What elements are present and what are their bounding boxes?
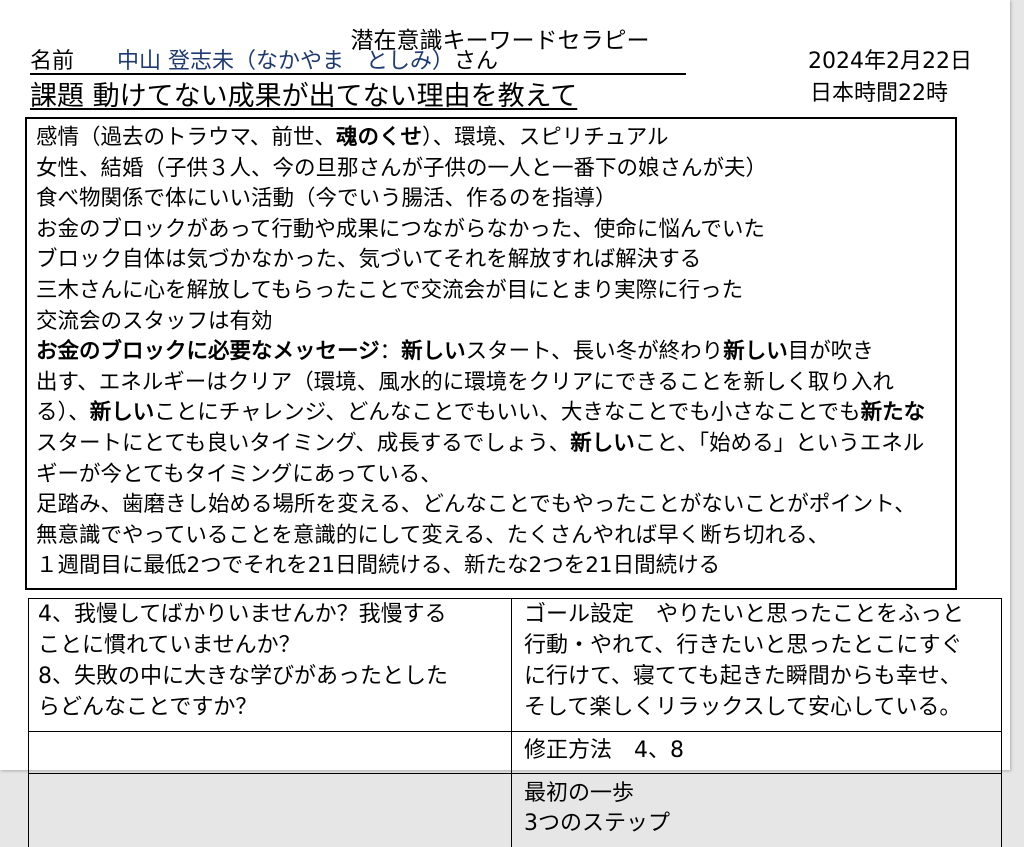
notes-text: ことにチャレンジ、どんなことでもいい、大きなことでも小さなことでも: [154, 400, 861, 426]
notes-text: 足踏み、歯磨きし始める場所を変える、どんなことでもやったことがないことがポイント…: [36, 492, 916, 518]
notes-text: お金のブロックがあって行動や成果につながらなかった、使命に悩んでいた: [36, 216, 765, 242]
notes-text: こと、「始める」というエネル: [634, 430, 925, 456]
notes-line: 女性、結婚（子供３人、今の旦那さんが子供の一人と一番下の娘さんが夫）: [36, 154, 955, 185]
notes-line: 無意識でやっていることを意識的にして変える、たくさんやれば早く断ち切れる、: [36, 521, 955, 552]
notes-emphasis: 新しい: [89, 400, 155, 426]
notes-emphasis: 魂のくせ: [335, 125, 422, 150]
notes-line: 食べ物関係で体にいい活動（今でいう腸活、作るのを指導）: [36, 184, 955, 215]
notes-line: お金のブロックがあって行動や成果につながらなかった、使命に悩んでいた: [36, 215, 955, 246]
session-notes-box[interactable]: 感情（過去のトラウマ、前世、魂のくせ）、環境、スピリチュアル 女性、結婚（子供３…: [25, 117, 957, 590]
question-line: らどんなことですか？: [38, 695, 258, 720]
notes-text: 女性、結婚（子供３人、今の旦那さんが子供の一人と一番下の娘さんが夫）: [36, 155, 768, 181]
goal-line: そして楽しくリラックスして安心している。: [524, 695, 962, 720]
notes-text: 食べ物関係で体にいい活動（今でいう腸活、作るのを指導）: [36, 186, 617, 212]
notes-text: 感情（過去のトラウマ、前世、: [36, 125, 336, 150]
empty-cell[interactable]: [28, 773, 512, 847]
notes-emphasis: 新たな: [860, 400, 926, 426]
notes-text: る）、: [36, 400, 90, 426]
notes-text: １週間目に最低2つでそれを21日間続ける、新たな2つを21日間続ける: [36, 553, 721, 579]
table-row: 修正方法 4、8: [28, 731, 1002, 774]
notes-line: 足踏み、歯磨きし始める場所を変える、どんなことでもやったことがないことがポイント…: [36, 490, 955, 521]
notes-line: 感情（過去のトラウマ、前世、魂のくせ）、環境、スピリチュアル: [36, 123, 955, 154]
correction-method-text: 修正方法 4、8: [524, 738, 684, 763]
session-time: 日本時間22時: [810, 81, 948, 106]
topic-label: 課題: [30, 81, 84, 112]
name-label: 名前: [30, 49, 75, 74]
notes-line: る）、新しいことにチャレンジ、どんなことでもいい、大きなことでも小さなことでも新…: [36, 398, 955, 429]
notes-line: １週間目に最低2つでそれを21日間続ける、新たな2つを21日間続ける: [36, 551, 955, 582]
topic-text: 動けてない成果が出てない理由を教えて: [92, 81, 578, 112]
goal-setting-cell[interactable]: ゴール設定 やりたいと思ったことをふっと 行動・やれて、行きたいと思ったとこにす…: [511, 598, 1002, 732]
notes-text: ：: [379, 339, 402, 365]
correction-method-cell[interactable]: 修正方法 4、8: [511, 731, 1002, 774]
notes-line: スタートにとても良いタイミング、成長するでしょう、新しいこと、「始める」というエ…: [36, 429, 955, 460]
notes-text: 三木さんに心を解放してもらったことで交流会が目にとまり実際に行った: [36, 277, 744, 303]
client-name-field: 中山 登志未（なかやま としみ）さん: [117, 48, 498, 76]
notes-text: 目が吹き: [787, 339, 874, 365]
notes-text: 無意識でやっていることを意識的にして変える、たくさんやれば早く断ち切れる、: [36, 522, 830, 548]
table-row: 最初の一歩 3つのステップ: [28, 773, 1002, 847]
question-line: 4、我慢してばかりいませんか？我慢する: [38, 602, 447, 627]
honorific: さん: [454, 49, 499, 74]
client-name: 中山 登志未（なかやま としみ）: [117, 49, 454, 74]
topic-heading: 課題 動けてない成果が出てない理由を教えて: [30, 82, 577, 112]
questions-cell[interactable]: 4、我慢してばかりいませんか？我慢する ことに慣れていませんか？ 8、失敗の中に…: [28, 598, 512, 732]
goal-line: ゴール設定 やりたいと思ったことをふっと: [524, 602, 965, 627]
notes-text: スタート、長い冬が終わり: [465, 339, 724, 365]
notes-line: 交流会のスタッフは有効: [36, 307, 955, 338]
document-viewport: 潜在意識キーワードセラピー 名前 中山 登志未（なかやま としみ）さん 2024…: [0, 0, 1024, 847]
goal-line: 行動・やれて、行きたいと思ったとこにすぐ: [524, 633, 963, 658]
notes-text: スタートにとても良いタイミング、成長するでしょう、: [36, 430, 571, 456]
notes-line: ギーが今とてもタイミングにあっている、: [36, 460, 955, 491]
first-step-cell[interactable]: 最初の一歩 3つのステップ: [511, 773, 1002, 847]
notes-text: ）、環境、スピリチュアル: [421, 125, 669, 150]
question-line: ことに慣れていませんか？: [38, 633, 301, 658]
question-line: 8、失敗の中に大きな学びがあったとした: [38, 664, 448, 689]
notes-text: ギーが今とてもタイミングにあっている、: [36, 461, 442, 487]
session-date: 2024年2月22日: [808, 49, 972, 74]
notes-line: 出す、エネルギーはクリア（環境、風水的に環境をクリアにできることを新しく取り入れ: [36, 368, 955, 399]
notes-text: 交流会のスタッフは有効: [36, 308, 273, 334]
goal-line: に行けて、寝てても起きた瞬間からも幸せ、: [524, 664, 962, 689]
notes-emphasis: 新しい: [401, 339, 466, 365]
first-step-line: 最初の一歩: [524, 781, 635, 806]
name-underline: [30, 73, 686, 75]
notes-line: ブロック自体は気づかなかった、気づいてそれを解放すれば解決する: [36, 245, 955, 276]
notes-text: ブロック自体は気づかなかった、気づいてそれを解放すれば解決する: [36, 247, 702, 273]
table-row: 4、我慢してばかりいませんか？我慢する ことに慣れていませんか？ 8、失敗の中に…: [28, 598, 1002, 732]
summary-table: 4、我慢してばかりいませんか？我慢する ことに慣れていませんか？ 8、失敗の中に…: [28, 598, 1002, 847]
first-step-line: 3つのステップ: [524, 811, 670, 836]
notes-emphasis: 新しい: [723, 339, 788, 365]
notes-text: 出す、エネルギーはクリア（環境、風水的に環境をクリアにできることを新しく取り入れ: [36, 369, 894, 395]
empty-cell[interactable]: [28, 731, 512, 774]
notes-emphasis: 新しい: [570, 430, 635, 456]
notes-line: お金のブロックに必要なメッセージ：新しいスタート、長い冬が終わり新しい目が吹き: [36, 337, 955, 368]
notes-emphasis: お金のブロックに必要なメッセージ: [36, 339, 380, 365]
notes-line: 三木さんに心を解放してもらったことで交流会が目にとまり実際に行った: [36, 276, 955, 307]
